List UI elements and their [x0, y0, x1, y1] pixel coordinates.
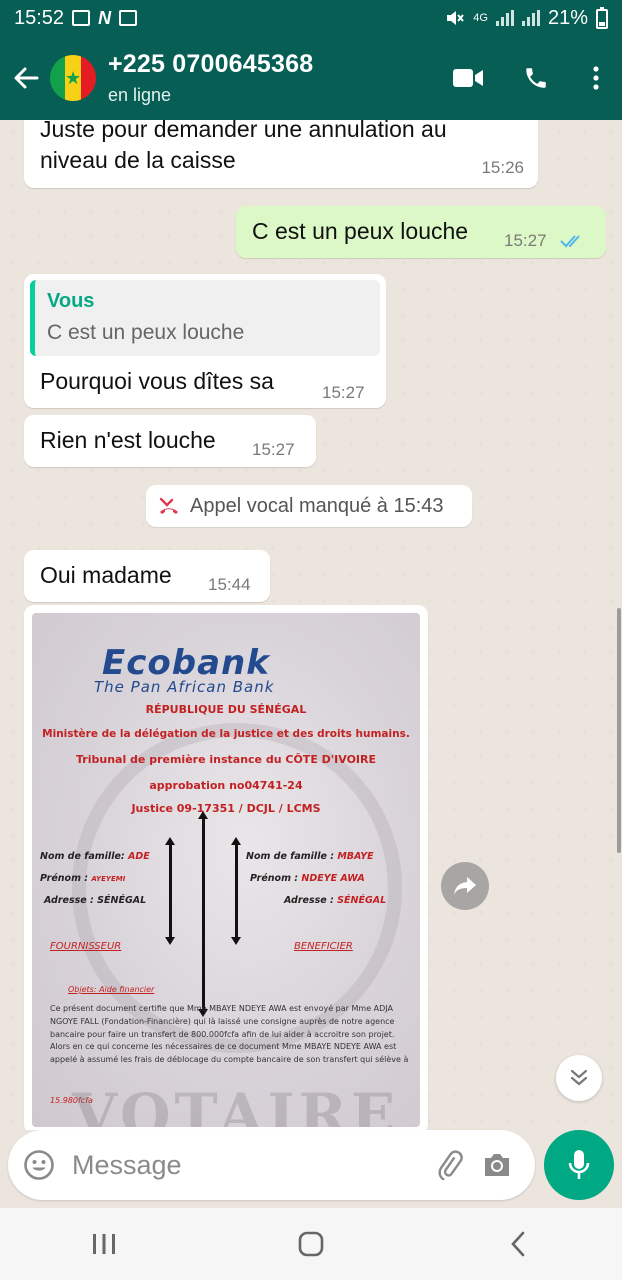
voice-message-button[interactable] — [544, 1130, 614, 1200]
message-text: Pourquoi vous dîtes sa — [40, 368, 274, 394]
microphone-icon — [568, 1150, 590, 1179]
signal-icon-2 — [521, 10, 540, 26]
image-message[interactable]: Ecobank The Pan African Bank RÉPUBLIQUE … — [24, 605, 428, 1130]
left-adresse-label: Adresse : SÉNÉGAL — [44, 895, 147, 906]
signal-icon — [495, 10, 514, 26]
voice-call-icon — [526, 68, 546, 88]
message-bubble-outgoing[interactable]: C est un peux louche 15:27 — [236, 206, 606, 258]
message-bubble-incoming-reply[interactable]: Vous C est un peux louche Pourquoi vous … — [24, 274, 386, 408]
back-arrow-icon — [14, 67, 39, 89]
emoji-button[interactable] — [22, 1137, 56, 1193]
status-left: 15:52 N — [14, 6, 138, 30]
logo-tagline: The Pan African Bank — [94, 678, 275, 696]
ecobank-logo: Ecobank — [102, 643, 270, 683]
battery-icon — [596, 7, 608, 29]
watermark: VOTAIRE — [72, 1081, 400, 1127]
doc-line-ministere: Ministère de la délégation de la justice… — [42, 728, 410, 740]
message-text: Rien n'est louche — [40, 427, 216, 453]
message-text: Oui madame — [40, 562, 172, 588]
contact-status: en ligne — [108, 85, 172, 105]
avatar[interactable]: ★ — [50, 55, 96, 101]
gallery-notification-icon — [72, 10, 91, 26]
network-type: 4G — [473, 12, 488, 24]
camera-icon — [485, 1154, 510, 1176]
emoji-icon — [24, 1150, 54, 1180]
voice-call-button[interactable] — [502, 48, 570, 108]
n-notification-icon: N — [98, 7, 112, 28]
home-button[interactable] — [271, 1214, 351, 1274]
objet-label: Objets: Aide financier — [68, 985, 155, 994]
message-composer — [8, 1130, 535, 1200]
quote-text: C est un peux louche — [47, 321, 245, 344]
contact-info[interactable]: +225 0700645368 en ligne — [108, 50, 434, 106]
document-image[interactable]: Ecobank The Pan African Bank RÉPUBLIQUE … — [32, 613, 420, 1127]
message-bubble-incoming[interactable]: Juste pour demander une annulation au ni… — [24, 120, 538, 188]
more-options-icon — [593, 66, 599, 90]
arrow-left — [165, 837, 175, 945]
missed-call-icon — [159, 497, 178, 514]
double-chevron-down-icon — [570, 1069, 588, 1086]
system-back-button[interactable] — [478, 1214, 558, 1274]
message-text: C est un peux louche — [252, 218, 469, 244]
app-notification-icon — [119, 10, 138, 26]
doc-line-tribunal: Tribunal de première instance du CÔTE D'… — [76, 753, 376, 766]
doc-line-approbation: approbation no04741-24 — [149, 779, 303, 792]
fournisseur-label: FOURNISSEUR — [50, 941, 122, 952]
system-nav-bar — [0, 1208, 622, 1280]
chat-area[interactable]: Juste pour demander une annulation au ni… — [0, 120, 622, 1130]
forward-icon — [454, 877, 476, 895]
message-time: 15:27 — [504, 231, 547, 250]
message-bubble-incoming[interactable]: Rien n'est louche 15:27 — [24, 415, 316, 467]
scroll-to-bottom-button[interactable] — [556, 1055, 602, 1101]
message-time: 15:26 — [481, 158, 524, 178]
beneficier-label: BENEFICIER — [294, 941, 353, 952]
read-receipt-icon — [560, 235, 580, 248]
battery-level: 21% — [547, 6, 588, 29]
scrollbar-thumb[interactable] — [617, 608, 621, 853]
right-adresse-label: Adresse : SÉNÉGAL — [284, 895, 387, 906]
back-button[interactable] — [2, 48, 50, 108]
missed-call-notice[interactable]: Appel vocal manqué à 15:43 — [146, 485, 472, 527]
chat-header: ★ +225 0700645368 en ligne — [0, 36, 622, 120]
quote-author: Vous — [47, 290, 95, 312]
recent-apps-button[interactable] — [64, 1214, 144, 1274]
paperclip-icon — [438, 1150, 463, 1180]
star-icon: ★ — [64, 55, 82, 101]
contact-name: +225 0700645368 — [108, 50, 314, 78]
arrow-center — [198, 811, 208, 1017]
attach-button[interactable] — [426, 1137, 474, 1193]
document-body: Ce présent document certifie que Mme MBA… — [50, 1004, 409, 1065]
video-call-button[interactable] — [434, 48, 502, 108]
status-time: 15:52 — [14, 6, 65, 29]
message-input[interactable] — [71, 1149, 426, 1181]
message-text: Juste pour demander une annulation au ni… — [40, 120, 447, 174]
right-prenom-label: Prénom : NDEYE AWA — [250, 873, 365, 884]
doc-line-republique: RÉPUBLIQUE DU SÉNÉGAL — [145, 703, 307, 716]
arrow-right — [231, 837, 241, 945]
left-prenom-label: Prénom : AYEYEMI — [40, 873, 126, 884]
forward-button[interactable] — [441, 862, 489, 910]
message-time: 15:44 — [208, 575, 251, 594]
mute-icon — [447, 11, 465, 25]
message-time: 15:27 — [252, 440, 295, 459]
message-bubble-incoming[interactable]: Oui madame 15:44 — [24, 550, 270, 602]
header-actions — [434, 48, 622, 108]
status-right: 4G 21% — [445, 7, 608, 30]
status-bar: 15:52 N 4G 21% — [0, 0, 622, 36]
right-nom-label: Nom de famille : MBAYE — [246, 851, 374, 862]
doc-line-justice: Justice 09-17351 / DCJL / LCMS — [131, 802, 321, 815]
message-time: 15:27 — [322, 383, 365, 402]
chevron-left-icon — [511, 1231, 525, 1257]
video-call-icon — [453, 69, 483, 87]
left-nom-label: Nom de famille: ADE — [40, 851, 150, 862]
missed-call-text: Appel vocal manqué à 15:43 — [190, 494, 444, 517]
more-options-button[interactable] — [570, 48, 622, 108]
quoted-message[interactable]: Vous C est un peux louche — [30, 280, 380, 356]
home-icon — [298, 1231, 324, 1257]
recent-apps-icon — [92, 1234, 115, 1254]
camera-button[interactable] — [473, 1137, 521, 1193]
